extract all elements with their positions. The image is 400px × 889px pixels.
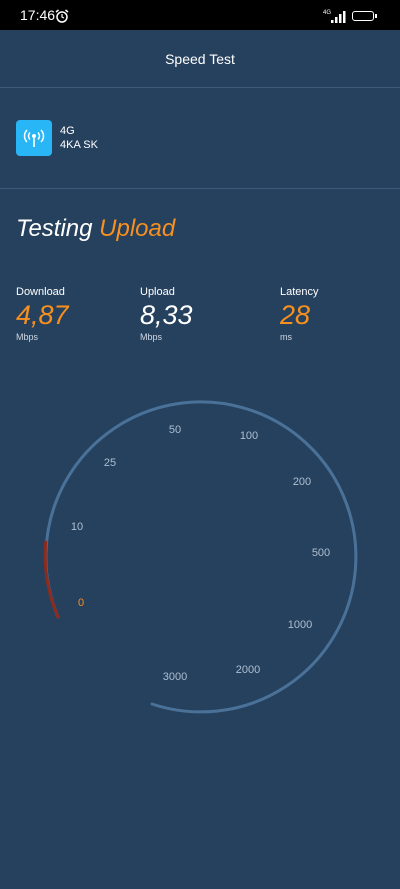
upload-value: 8,33 (140, 300, 193, 330)
network-divider (0, 188, 400, 189)
connection-type: 4G (60, 125, 75, 137)
download-value: 4,87 (16, 300, 69, 330)
gauge-label-10: 10 (71, 521, 83, 533)
signal-strength-icon (331, 11, 346, 23)
network-type-indicator: 4G (323, 10, 332, 16)
download-unit: Mbps (16, 332, 39, 342)
status-time: 17:46 (20, 7, 56, 23)
gauge-label-50: 50 (169, 424, 181, 436)
gauge-label-3000: 3000 (163, 671, 187, 683)
header-divider (0, 87, 400, 88)
status-bar: 17:46 4G 89 (0, 0, 400, 30)
speed-test-screen: 17:46 4G 89 Speed Test 4G 4KA SK Testing… (0, 0, 400, 889)
gauge-label-2000: 2000 (236, 664, 260, 676)
gauge-track (44, 400, 358, 714)
speed-gauge: 0 10 25 50 100 200 500 1000 2000 3000 (43, 400, 358, 714)
gauge-label-500: 500 (312, 547, 330, 559)
gauge-label-1000: 1000 (288, 619, 312, 631)
network-icon-badge (16, 120, 52, 156)
network-operator: 4KA SK (60, 139, 98, 151)
gauge-label-25: 25 (104, 457, 116, 469)
latency-value: 28 (280, 300, 311, 330)
battery-icon: 89 (352, 11, 374, 21)
heading-prefix: Testing (16, 215, 93, 242)
battery-tip (375, 14, 377, 18)
latency-label: Latency (280, 286, 319, 298)
download-label: Download (16, 286, 65, 298)
latency-unit: ms (280, 332, 292, 342)
gauge-label-200: 200 (293, 476, 311, 488)
gauge-label-0: 0 (78, 597, 84, 609)
gauge-label-100: 100 (240, 430, 258, 442)
antenna-icon (23, 129, 45, 147)
heading-phase: Upload (99, 215, 176, 242)
test-status-heading: Testing Upload (16, 215, 175, 243)
alarm-clock-icon (55, 9, 69, 23)
battery-level: 89 (358, 11, 368, 20)
upload-label: Upload (140, 286, 175, 298)
page-title: Speed Test (165, 51, 235, 67)
upload-unit: Mbps (140, 332, 163, 342)
